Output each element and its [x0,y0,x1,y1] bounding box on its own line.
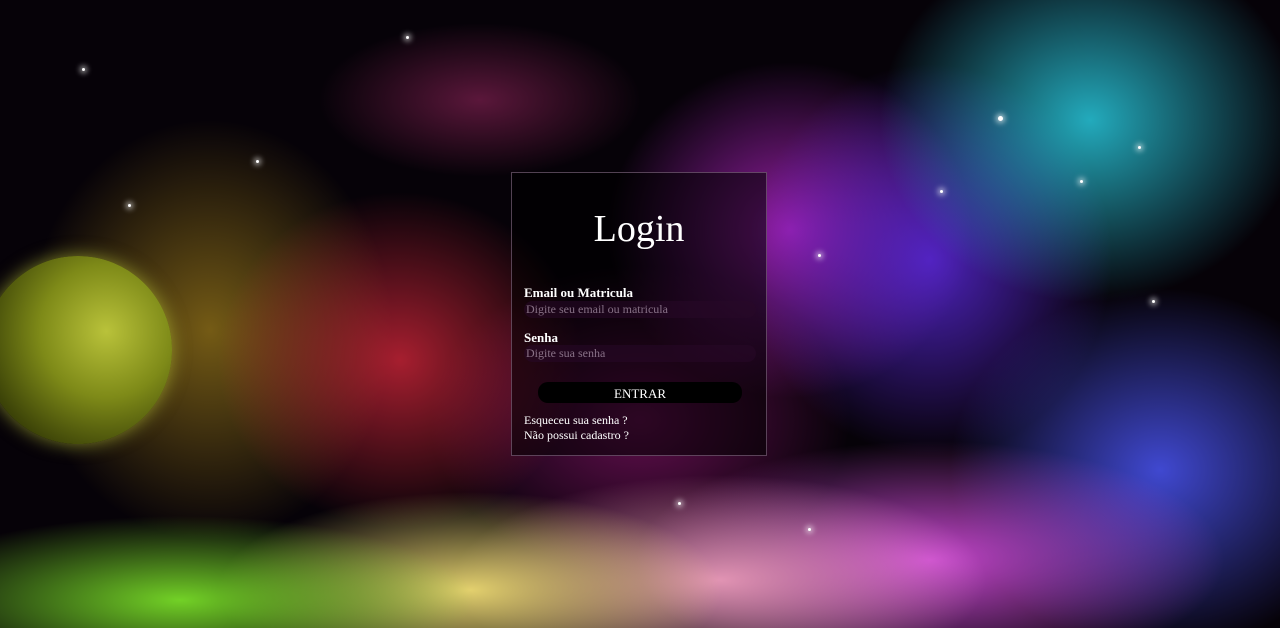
star-decoration [128,204,131,207]
email-input[interactable] [524,301,756,318]
register-link[interactable]: Não possui cadastro ? [524,428,629,443]
star-decoration [82,68,85,71]
forgot-password-link[interactable]: Esqueceu sua senha ? [524,413,628,428]
login-panel: Login Email ou Matricula Senha ENTRAR Es… [511,172,767,456]
star-decoration [818,254,821,257]
star-decoration [1152,300,1155,303]
password-input[interactable] [524,345,756,362]
password-label: Senha [524,330,558,345]
star-decoration [406,36,409,39]
enter-button[interactable]: ENTRAR [538,382,742,403]
star-decoration [1138,146,1141,149]
email-label: Email ou Matricula [524,285,634,300]
star-decoration [256,160,259,163]
star-decoration [1080,180,1083,183]
planet-image [0,256,172,444]
star-decoration [808,528,811,531]
star-decoration [998,116,1003,121]
login-title: Login [593,208,685,250]
star-decoration [940,190,943,193]
star-decoration [678,502,681,505]
